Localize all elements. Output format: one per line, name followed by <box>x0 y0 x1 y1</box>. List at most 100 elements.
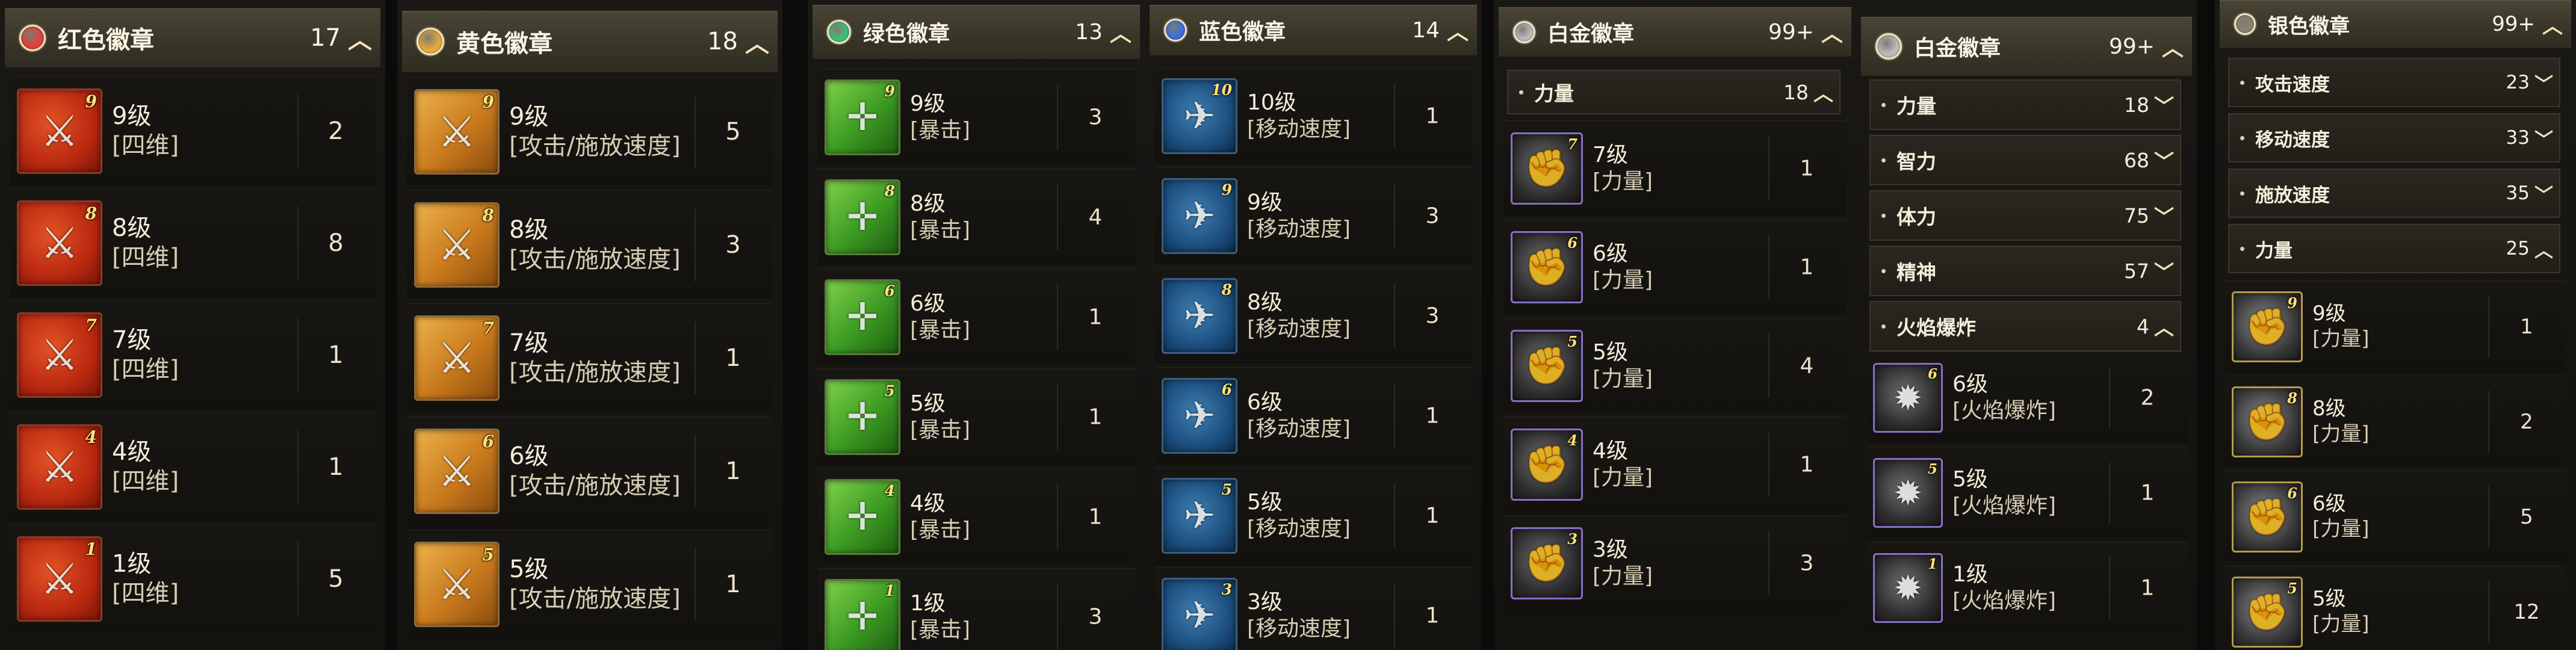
badge-row[interactable]: ✛ 8 8级 [暴击] 4 <box>817 169 1135 265</box>
badge-row[interactable]: ✊ 5 5级 [力量] 12 <box>2225 566 2566 650</box>
level-badge: 6 <box>884 282 895 300</box>
subcategory-header[interactable]: 攻击速度 23 ﹀ <box>2228 58 2560 107</box>
subcategory-header[interactable]: 体力 75 ﹀ <box>1869 190 2181 241</box>
chevron-up-icon[interactable]: ︿ <box>2154 312 2174 341</box>
category-header[interactable]: 红色徽章 17 ︿ <box>5 8 380 69</box>
emblem-icon: ✊ <box>1524 246 1570 288</box>
level-badge: 8 <box>2287 389 2297 407</box>
row-divider <box>1057 584 1058 649</box>
chevron-down-icon[interactable]: ﹀ <box>2154 146 2174 175</box>
badge-level: 6级 <box>910 291 946 316</box>
badge-icon: ✛ 6 <box>825 279 900 355</box>
chevron-down-icon[interactable]: ﹀ <box>2534 125 2553 152</box>
badge-row[interactable]: ⚔ 4 4级 [四维] 1 <box>10 412 376 521</box>
badge-row[interactable]: ⚔ 1 1级 [四维] 5 <box>10 524 376 633</box>
badge-row[interactable]: ✊ 7 7级 [力量] 1 <box>1503 120 1847 215</box>
badge-row[interactable]: ✛ 9 9级 [暴击] 3 <box>817 69 1135 165</box>
emblem-icon: ✹ <box>1893 377 1923 418</box>
badge-row[interactable]: ⚔ 9 9级 [攻击/施放速度] 5 <box>407 77 773 185</box>
badge-row[interactable]: ✛ 4 4级 [暴击] 1 <box>817 468 1135 565</box>
badge-row[interactable]: ✊ 4 4级 [力量] 1 <box>1503 416 1847 512</box>
badge-stat: [力量] <box>1593 465 1653 490</box>
badge-stat: [攻击/施放速度] <box>509 358 681 386</box>
subcategory-header[interactable]: 智力 68 ﹀ <box>1869 135 2181 185</box>
badge-row[interactable]: ✊ 5 5级 [力量] 4 <box>1503 318 1847 413</box>
badge-text: 1级 [暴击] <box>910 590 970 643</box>
chevron-down-icon[interactable]: ﹀ <box>2534 180 2553 207</box>
level-badge: 6 <box>1927 365 1937 382</box>
badge-row[interactable]: ✈ 10 10级 [移动速度] 1 <box>1154 67 1472 164</box>
category-header[interactable]: 银色徽章 99+ ︿ <box>2220 0 2571 49</box>
category-header[interactable]: 黄色徽章 18 ︿ <box>402 11 778 73</box>
category-header[interactable]: 白金徽章 99+ ︿ <box>1861 17 2192 77</box>
badge-row[interactable]: ✹ 1 1级 [火焰爆炸] 1 <box>1866 542 2187 633</box>
subcategory-header[interactable]: 力量 18 ︿ <box>1507 70 1841 114</box>
badge-stat: [攻击/施放速度] <box>509 245 681 273</box>
category-header[interactable]: 绿色徽章 13 ︿ <box>813 5 1140 60</box>
emblem-icon: ⚔ <box>40 442 79 492</box>
badge-row[interactable]: ✹ 5 5级 [火焰爆炸] 1 <box>1866 447 2187 538</box>
category-header[interactable]: 蓝色徽章 14 ︿ <box>1150 5 1477 57</box>
chevron-up-icon[interactable]: ︿ <box>2542 10 2563 39</box>
badge-row[interactable]: ✊ 3 3级 [力量] 3 <box>1503 515 1847 610</box>
row-divider <box>695 434 696 508</box>
chevron-up-icon[interactable]: ︿ <box>1813 78 1833 107</box>
subcategory-count: 18 <box>2124 93 2149 117</box>
chevron-down-icon[interactable]: ﹀ <box>2154 201 2174 230</box>
chevron-up-icon[interactable]: ︿ <box>2534 235 2553 262</box>
badge-row[interactable]: ✛ 6 6级 [暴击] 1 <box>817 268 1135 365</box>
chevron-up-icon[interactable]: ︿ <box>1447 14 1469 46</box>
chevron-down-icon[interactable]: ﹀ <box>2534 69 2553 96</box>
category-header[interactable]: 白金徽章 99+ ︿ <box>1499 7 1851 58</box>
badge-row[interactable]: ✈ 8 8级 [移动速度] 3 <box>1154 267 1472 364</box>
badge-icon: ✊ 4 <box>1511 428 1583 501</box>
chevron-down-icon[interactable]: ﹀ <box>2154 90 2174 119</box>
badge-row[interactable]: ✊ 9 9级 [力量] 1 <box>2225 280 2566 372</box>
chevron-up-icon[interactable]: ︿ <box>348 20 372 55</box>
category-title: 白金徽章 <box>1914 36 2001 61</box>
badge-text: 10级 [移动速度] <box>1247 90 1351 143</box>
subcategory-header[interactable]: 精神 57 ﹀ <box>1869 246 2181 296</box>
chevron-down-icon[interactable]: ﹀ <box>2154 256 2174 285</box>
badge-quantity: 1 <box>328 453 344 481</box>
crosshair-icon: ✛ <box>846 295 879 339</box>
badge-row[interactable]: ⚔ 9 9级 [四维] 2 <box>10 76 376 185</box>
chevron-up-icon[interactable]: ︿ <box>2162 31 2184 62</box>
badge-row[interactable]: ✈ 3 3级 [移动速度] 1 <box>1154 567 1472 650</box>
badge-stat: [攻击/施放速度] <box>509 471 681 500</box>
emblem-icon: ✊ <box>1524 542 1570 584</box>
badge-row[interactable]: ✹ 6 6级 [火焰爆炸] 2 <box>1866 351 2187 443</box>
badge-row[interactable]: ✊ 8 8级 [力量] 2 <box>2225 376 2566 467</box>
badge-row[interactable]: ✈ 6 6级 [移动速度] 1 <box>1154 367 1472 463</box>
badge-quantity: 1 <box>725 457 741 485</box>
badge-row[interactable]: ⚔ 7 7级 [攻击/施放速度] 1 <box>407 303 773 412</box>
row-divider <box>695 321 696 395</box>
badge-level: 6级 <box>1952 371 1988 397</box>
badge-row[interactable]: ✊ 6 6级 [力量] 1 <box>1503 219 1847 314</box>
subcategory-header[interactable]: 移动速度 33 ﹀ <box>2228 113 2560 162</box>
category-count: 99+ <box>1768 19 1814 45</box>
boot-icon: ✈ <box>1183 94 1216 138</box>
badge-row[interactable]: ⚔ 7 7级 [四维] 1 <box>10 300 376 409</box>
badge-icon: ✛ 9 <box>825 79 900 155</box>
subcategory-header[interactable]: 力量 25 ︿ <box>2228 224 2560 273</box>
badge-row[interactable]: ✛ 1 1级 [暴击] 3 <box>817 568 1135 650</box>
badge-row[interactable]: ✈ 5 5级 [移动速度] 1 <box>1154 467 1472 563</box>
chevron-up-icon[interactable]: ︿ <box>745 24 769 59</box>
subcategory-header[interactable]: 施放速度 35 ﹀ <box>2228 169 2560 218</box>
badge-row[interactable]: ✛ 5 5级 [暴击] 1 <box>817 368 1135 465</box>
chevron-up-icon[interactable]: ︿ <box>1821 16 1843 48</box>
subcategory-header[interactable]: 火焰爆炸 4 ︿ <box>1869 301 2181 351</box>
badge-row[interactable]: ⚔ 8 8级 [四维] 8 <box>10 188 376 297</box>
badge-stat: [火焰爆炸] <box>1952 493 2057 518</box>
badge-row[interactable]: ✈ 9 9级 [移动速度] 3 <box>1154 167 1472 264</box>
subcategory-header[interactable]: 力量 18 ﹀ <box>1869 79 2181 130</box>
badge-row[interactable]: ⚔ 8 8级 [攻击/施放速度] 3 <box>407 190 773 299</box>
badge-row[interactable]: ⚔ 6 6级 [攻击/施放速度] 1 <box>407 416 773 525</box>
badge-level: 8级 <box>2312 397 2346 421</box>
badge-icon: ✛ 4 <box>825 478 900 555</box>
badge-row[interactable]: ⚔ 5 5级 [攻击/施放速度] 1 <box>407 530 773 638</box>
badge-row[interactable]: ✊ 6 6级 [力量] 5 <box>2225 471 2566 562</box>
badge-level: 4级 <box>112 438 152 466</box>
chevron-up-icon[interactable]: ︿ <box>1110 16 1132 48</box>
